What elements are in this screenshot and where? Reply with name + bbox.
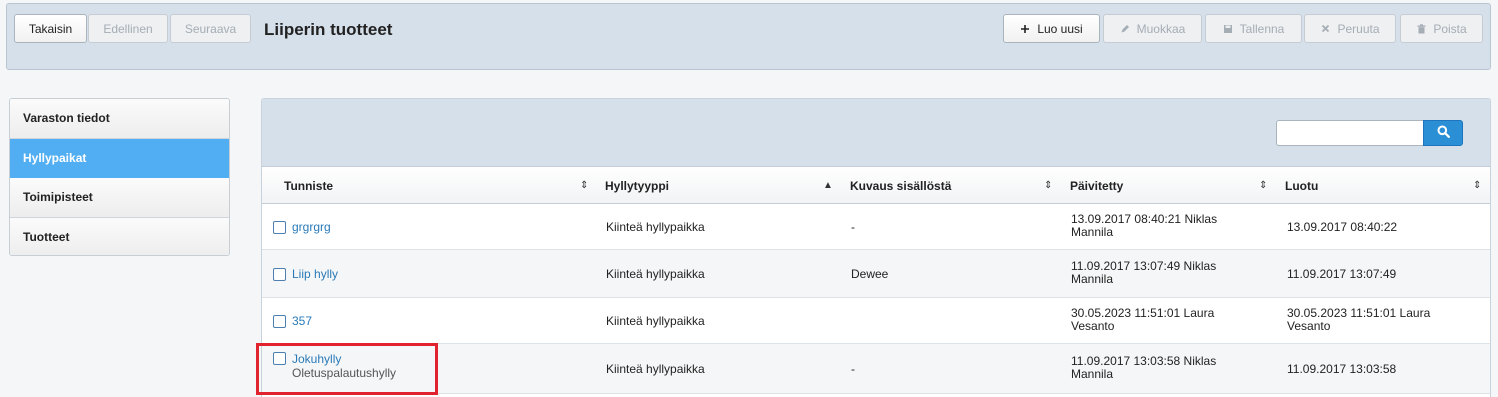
row-created-cell: 11.09.2017 13:03:58 [1287, 344, 1396, 394]
sidebar-item-hyllypaikat[interactable]: Hyllypaikat [10, 138, 229, 178]
search-icon [1437, 125, 1450, 141]
sort-both-icon[interactable]: ⇕ [580, 167, 588, 204]
row-updated-user: Mannila [1071, 272, 1114, 286]
column-header-luotu[interactable]: Luotu [1285, 167, 1318, 204]
sort-both-icon[interactable]: ⇕ [1259, 167, 1267, 204]
edit-button[interactable]: Muokkaa [1103, 14, 1202, 43]
previous-button[interactable]: Edellinen [88, 14, 168, 43]
table-row: Jokuhylly Oletuspalautushylly Kiinteä hy… [262, 344, 1490, 394]
row-created-cell: 11.09.2017 13:07:49 [1287, 250, 1396, 298]
row-created-line: 13.09.2017 08:40:22 [1287, 219, 1398, 234]
table-row: 357 Kiinteä hyllypaikka 30.05.2023 11:51… [262, 298, 1490, 344]
row-checkbox[interactable] [273, 314, 286, 328]
column-header-label: Tunniste [284, 178, 334, 193]
pencil-icon [1120, 24, 1130, 34]
create-new-label: Luo uusi [1037, 21, 1083, 36]
previous-button-label: Edellinen [103, 21, 153, 36]
sort-both-icon[interactable]: ⇕ [1473, 167, 1481, 204]
table-row: grgrgrg Kiinteä hyllypaikka - 13.09.2017… [262, 204, 1490, 250]
next-button[interactable]: Seuraava [170, 14, 251, 43]
sidebar-item-label: Toimipisteet [23, 190, 93, 205]
delete-label: Poista [1433, 21, 1467, 36]
table-header: Tunniste ⇕ Hyllytyyppi ▲ Kuvaus sisällös… [262, 167, 1490, 204]
page-title: Liiperin tuotteet [264, 20, 393, 39]
row-updated-cell: 11.09.2017 13:03:58 Niklas Mannila [1071, 355, 1216, 381]
main-panel: Tunniste ⇕ Hyllytyyppi ▲ Kuvaus sisällös… [261, 98, 1491, 397]
cancel-label: Peruuta [1337, 21, 1380, 36]
column-header-kuvaus[interactable]: Kuvaus sisällöstä [850, 167, 951, 204]
row-type-cell: Kiinteä hyllypaikka [606, 313, 705, 328]
back-button[interactable]: Takaisin [14, 14, 87, 43]
row-checkbox[interactable] [273, 267, 286, 281]
search-button[interactable] [1423, 120, 1463, 146]
row-identifier-cell: Liip hylly [273, 250, 338, 298]
row-created-cell: 13.09.2017 08:40:22 [1287, 204, 1397, 250]
row-updated-cell: 11.09.2017 13:07:49 Niklas Mannila [1071, 260, 1216, 286]
row-identifier-cell: 357 [273, 298, 312, 344]
trash-icon [1416, 23, 1426, 34]
row-updated-user: Mannila [1071, 225, 1114, 239]
column-header-label: Hyllytyyppi [605, 178, 670, 193]
cancel-button[interactable]: Peruuta [1304, 14, 1396, 43]
row-description-cell: Dewee [851, 266, 889, 281]
row-type-cell: Kiinteä hyllypaikka [606, 361, 705, 376]
row-created-user: Vesanto [1287, 319, 1331, 333]
row-created-cell: 30.05.2023 11:51:01 Laura Vesanto [1287, 307, 1430, 333]
row-updated-cell: 13.09.2017 08:40:21 Niklas Mannila [1071, 213, 1217, 239]
sidebar-item-label: Hyllypaikat [23, 150, 87, 165]
row-identifier-link[interactable]: grgrgrg [292, 220, 331, 234]
save-button[interactable]: Tallenna [1205, 14, 1302, 43]
column-header-label: Päivitetty [1070, 178, 1124, 193]
row-identifier-link[interactable]: 357 [292, 314, 312, 328]
sidebar-item-tuotteet[interactable]: Tuotteet [10, 217, 229, 255]
back-button-label: Takaisin [28, 21, 73, 36]
row-created-line: 11.09.2017 13:07:49 [1287, 266, 1397, 281]
sidebar-item-label: Varaston tiedot [23, 111, 110, 126]
table-body: grgrgrg Kiinteä hyllypaikka - 13.09.2017… [262, 204, 1490, 394]
row-checkbox[interactable] [273, 220, 286, 234]
sidebar-item-varaston-tiedot[interactable]: Varaston tiedot [10, 99, 229, 139]
create-new-button[interactable]: Luo uusi [1003, 14, 1100, 43]
column-header-label: Kuvaus sisällöstä [850, 178, 952, 193]
row-updated-user: Vesanto [1071, 319, 1115, 333]
row-updated-user: Mannila [1071, 367, 1114, 381]
column-header-hyllytyyppi[interactable]: Hyllytyyppi [605, 167, 669, 204]
table-row: Liip hylly Kiinteä hyllypaikka Dewee 11.… [262, 250, 1490, 298]
plus-icon [1020, 24, 1030, 34]
sidebar-item-label: Tuotteet [23, 230, 70, 245]
search-input[interactable] [1276, 120, 1424, 146]
row-identifier-link[interactable]: Liip hylly [292, 267, 338, 281]
top-toolbar: Takaisin Edellinen Seuraava Liiperin tuo… [6, 3, 1491, 70]
highlight-box [256, 343, 438, 395]
sort-both-icon[interactable]: ⇕ [1044, 167, 1052, 204]
row-description-cell: - [851, 361, 855, 376]
sort-ascending-icon[interactable]: ▲ [823, 167, 833, 204]
sidebar-item-toimipisteet[interactable]: Toimipisteet [10, 178, 229, 218]
save-label: Tallenna [1239, 21, 1285, 36]
delete-button[interactable]: Poista [1400, 14, 1483, 43]
column-header-label: Luotu [1285, 178, 1319, 193]
next-button-label: Seuraava [184, 21, 237, 36]
panel-header [262, 99, 1490, 167]
row-type-cell: Kiinteä hyllypaikka [606, 219, 705, 234]
row-description-cell: - [851, 219, 855, 234]
column-header-tunniste[interactable]: Tunniste [284, 167, 333, 204]
sidebar-nav: Varaston tiedot Hyllypaikat Toimipisteet… [9, 98, 230, 256]
close-icon [1320, 24, 1330, 33]
row-updated-cell: 30.05.2023 11:51:01 Laura Vesanto [1071, 307, 1214, 333]
row-identifier-cell: grgrgrg [273, 204, 331, 250]
row-type-cell: Kiinteä hyllypaikka [606, 266, 705, 281]
edit-label: Muokkaa [1136, 21, 1186, 36]
column-header-paivitetty[interactable]: Päivitetty [1070, 167, 1123, 204]
save-icon [1223, 24, 1233, 34]
row-created-line: 11.09.2017 13:03:58 [1287, 361, 1397, 376]
